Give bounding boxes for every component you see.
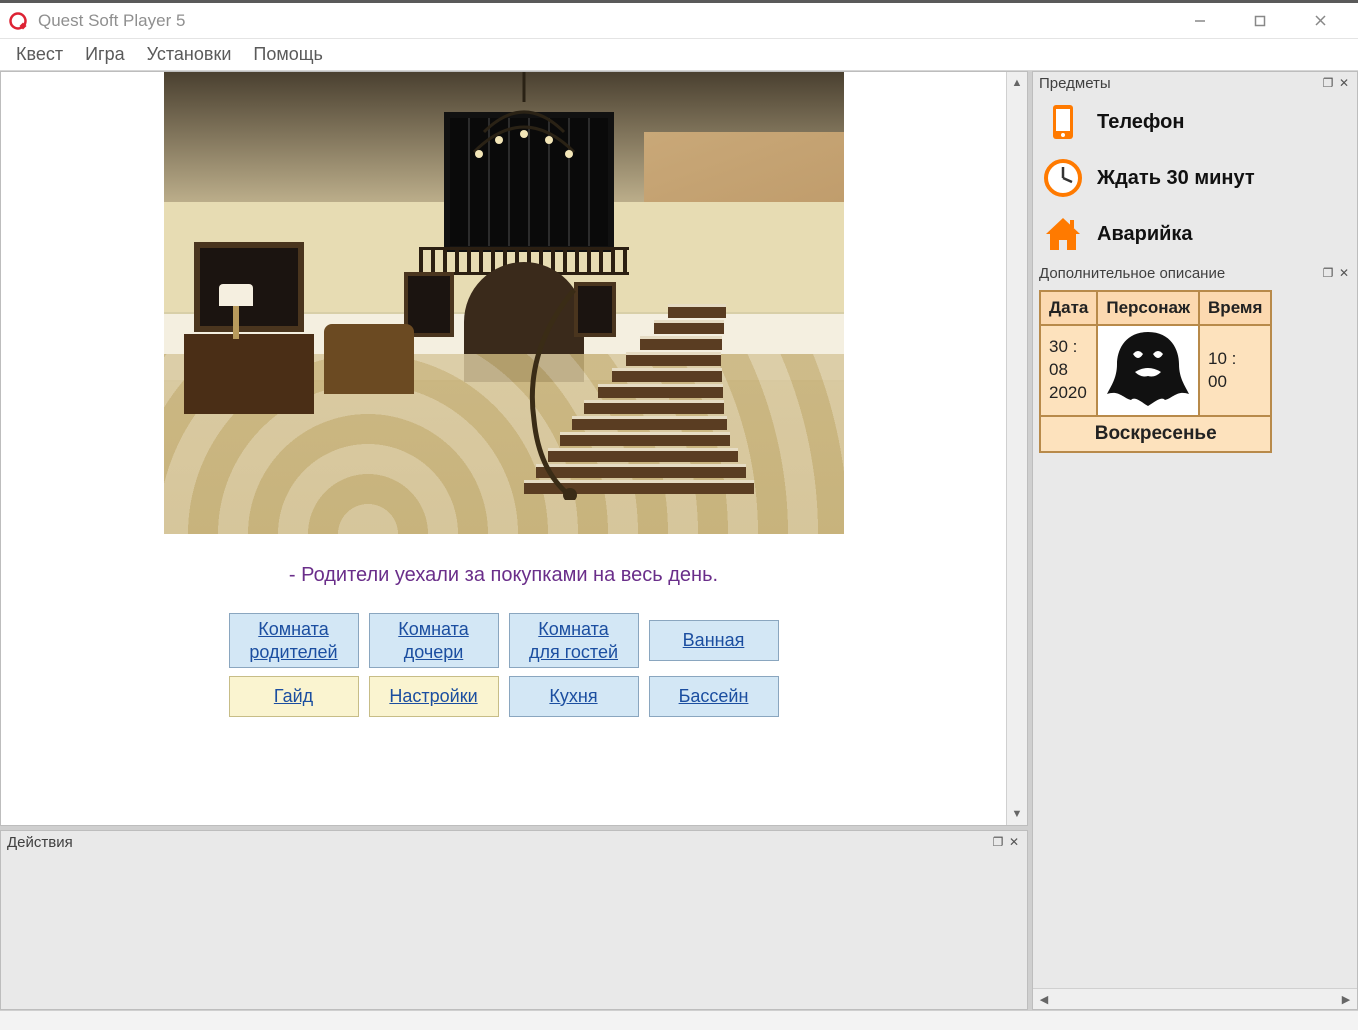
item-wait[interactable]: Ждать 30 минут (1033, 150, 1357, 206)
description-pane-title: Дополнительное описание (1039, 265, 1225, 282)
titlebar[interactable]: Quest Soft Player 5 (0, 3, 1358, 39)
close-button[interactable] (1290, 3, 1350, 39)
info-header-time: Время (1199, 291, 1271, 325)
nav-settings[interactable]: Настройки (369, 676, 499, 717)
menu-help[interactable]: Помощь (243, 40, 333, 69)
info-header-char: Персонаж (1097, 291, 1199, 325)
nav-guide[interactable]: Гайд (229, 676, 359, 717)
menu-settings[interactable]: Установки (137, 40, 242, 69)
ghost-icon (1105, 328, 1191, 408)
nav-button-grid: Комнатародителей Комнатадочери Комнатадл… (1, 605, 1006, 725)
scroll-down-icon[interactable]: ▼ (1007, 803, 1027, 825)
item-label: Телефон (1097, 111, 1184, 134)
menubar: Квест Игра Установки Помощь (0, 39, 1358, 71)
statusbar (0, 1010, 1358, 1030)
info-character (1097, 325, 1199, 416)
info-table: Дата Персонаж Время 30 : 08 2020 (1039, 290, 1272, 453)
pane-close-icon[interactable]: ✕ (1337, 266, 1351, 280)
info-date: 30 : 08 2020 (1040, 325, 1097, 416)
main-pane: - Родители уехали за покупками на весь д… (0, 71, 1028, 826)
scroll-right-icon[interactable]: ▶ (1335, 989, 1357, 1009)
scene-image (164, 72, 844, 534)
clock-icon (1041, 156, 1085, 200)
info-day: Воскресенье (1040, 416, 1271, 452)
description-pane: Дополнительное описание ❐ ✕ Дата Персона… (1033, 262, 1357, 459)
narration-text: - Родители уехали за покупками на весь д… (1, 564, 1006, 587)
items-pane-title: Предметы (1039, 75, 1111, 92)
pane-restore-icon[interactable]: ❐ (991, 835, 1005, 849)
nav-daughter-room[interactable]: Комнатадочери (369, 613, 499, 668)
house-icon (1041, 212, 1085, 256)
maximize-button[interactable] (1230, 3, 1290, 39)
items-pane: Предметы ❐ ✕ Телефон Ждать 30 минут (1033, 72, 1357, 262)
actions-pane-title: Действия (7, 834, 73, 851)
nav-kitchen[interactable]: Кухня (509, 676, 639, 717)
item-label: Ждать 30 минут (1097, 167, 1255, 190)
nav-guest-room[interactable]: Комнатадля гостей (509, 613, 639, 668)
pane-restore-icon[interactable]: ❐ (1321, 266, 1335, 280)
actions-pane: Действия ❐ ✕ (0, 830, 1028, 1010)
item-phone[interactable]: Телефон (1033, 94, 1357, 150)
menu-game[interactable]: Игра (75, 40, 135, 69)
pane-close-icon[interactable]: ✕ (1007, 835, 1021, 849)
main-scrollbar[interactable]: ▲ ▼ (1006, 72, 1027, 825)
nav-bathroom[interactable]: Ванная (649, 620, 779, 661)
app-icon (8, 11, 28, 31)
nav-pool[interactable]: Бассейн (649, 676, 779, 717)
menu-quest[interactable]: Квест (6, 40, 73, 69)
minimize-button[interactable] (1170, 3, 1230, 39)
item-emergency[interactable]: Аварийка (1033, 206, 1357, 262)
info-time: 10 : 00 (1199, 325, 1271, 416)
scroll-up-icon[interactable]: ▲ (1007, 72, 1027, 94)
pane-close-icon[interactable]: ✕ (1337, 76, 1351, 90)
pane-restore-icon[interactable]: ❐ (1321, 76, 1335, 90)
nav-parents-room[interactable]: Комнатародителей (229, 613, 359, 668)
window-title: Quest Soft Player 5 (38, 11, 185, 31)
right-hscrollbar[interactable]: ◀ ▶ (1033, 988, 1357, 1009)
scroll-left-icon[interactable]: ◀ (1033, 989, 1055, 1009)
info-header-date: Дата (1040, 291, 1097, 325)
item-label: Аварийка (1097, 223, 1193, 246)
phone-icon (1041, 100, 1085, 144)
